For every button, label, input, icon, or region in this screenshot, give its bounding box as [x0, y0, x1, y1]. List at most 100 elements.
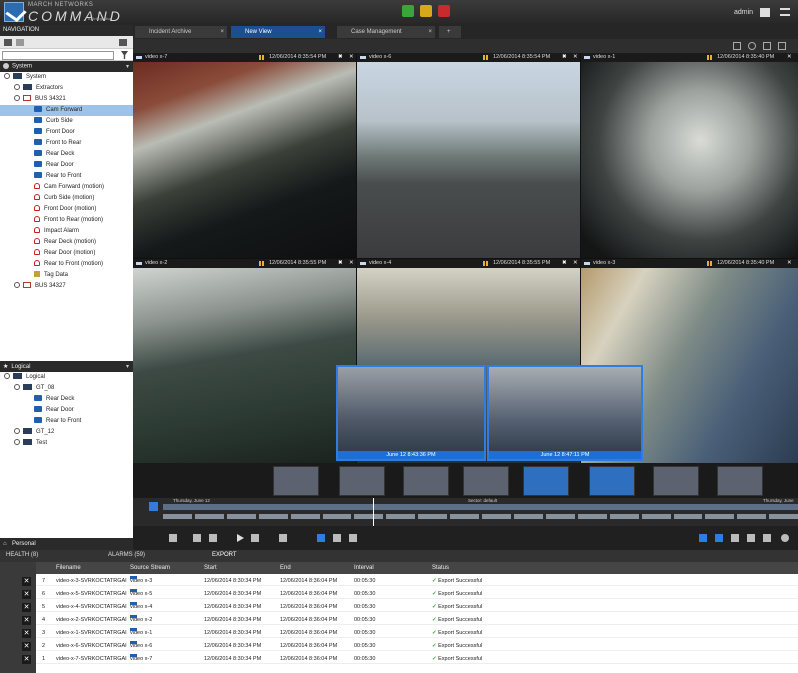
pan-tool-icon[interactable]: [715, 534, 723, 542]
thumbnail[interactable]: [523, 466, 569, 496]
expand-toggle-icon[interactable]: [4, 73, 10, 80]
expand-toggle-icon[interactable]: [4, 373, 10, 380]
pause-icon[interactable]: [259, 261, 264, 266]
video-tile[interactable]: video x-1 12/06/2014 8:35:40 PM ✕: [581, 53, 798, 258]
remove-row-button[interactable]: ✕: [22, 642, 31, 651]
tree-item[interactable]: Test: [0, 438, 133, 449]
step-back-icon[interactable]: [193, 534, 201, 542]
col-filename[interactable]: Filename: [56, 565, 81, 571]
tree-item[interactable]: GT_12: [0, 427, 133, 438]
settings-icon[interactable]: [781, 534, 789, 542]
system-section-header[interactable]: System ▾: [0, 61, 133, 72]
video-tile[interactable]: video x-2 12/06/2014 8:35:55 PM ✖ ✕: [133, 259, 356, 463]
thumbnail[interactable]: [403, 466, 449, 496]
stop-icon[interactable]: [279, 534, 287, 542]
col-end[interactable]: End: [280, 565, 291, 571]
timeline-track[interactable]: [163, 504, 798, 510]
alarm-icon[interactable]: [420, 5, 432, 17]
expand-toggle-icon[interactable]: [14, 384, 20, 391]
chevron-down-icon[interactable]: ▾: [126, 63, 129, 70]
tree-item[interactable]: BUS 34321: [0, 94, 133, 105]
table-row[interactable]: ✕ 7 video-x-3-SVRKOCTATRGAI video x-3 12/06/…: [22, 576, 798, 586]
table-row[interactable]: ✕ 1 video-x-7-SVRKOCTATRGAI video x-7 12/06/…: [22, 654, 798, 664]
tab-export[interactable]: EXPORT: [212, 552, 237, 558]
tree-item[interactable]: Rear Deck: [0, 394, 133, 405]
new-item-icon[interactable]: [4, 39, 12, 46]
tree-item[interactable]: Curb Side (motion): [0, 193, 133, 204]
snapshot-preview[interactable]: June 12 8:47:11 PM: [487, 365, 643, 461]
play-icon[interactable]: [237, 534, 244, 542]
export-icon[interactable]: [317, 534, 325, 542]
expand-toggle-icon[interactable]: [14, 282, 20, 289]
snapshot-preview[interactable]: June 12 8:43:36 PM: [336, 365, 486, 461]
pause-icon[interactable]: [707, 55, 712, 60]
col-start[interactable]: Start: [204, 565, 217, 571]
col-interval[interactable]: Interval: [354, 565, 374, 571]
fit-icon[interactable]: [763, 534, 771, 542]
edit-icon[interactable]: [16, 39, 24, 46]
rewind-icon[interactable]: [169, 534, 177, 542]
pause-icon[interactable]: [483, 261, 488, 266]
expand-icon[interactable]: [763, 42, 771, 50]
thumbnail[interactable]: [653, 466, 699, 496]
chevron-down-icon[interactable]: ▾: [126, 363, 129, 370]
zoom-reset-icon[interactable]: [747, 534, 755, 542]
menu-icon[interactable]: [780, 8, 790, 16]
col-source[interactable]: Source Stream: [130, 565, 170, 571]
table-row[interactable]: ✕ 3 video-x-1-SVRKOCTATRGAI video x-1 12/06/…: [22, 628, 798, 638]
tree-item[interactable]: Rear Door: [0, 160, 133, 171]
tree-item[interactable]: Extractors: [0, 83, 133, 94]
move-icon[interactable]: [731, 534, 739, 542]
previous-icon[interactable]: [209, 534, 217, 542]
remove-row-button[interactable]: ✕: [22, 616, 31, 625]
close-icon[interactable]: ✕: [349, 53, 354, 62]
bookmark-icon[interactable]: [349, 534, 357, 542]
tree-item[interactable]: Impact Alarm: [0, 226, 133, 237]
timeline-toggle-button[interactable]: [149, 502, 158, 511]
thumbnail[interactable]: [273, 466, 319, 496]
tree-item[interactable]: System: [0, 72, 133, 83]
alert-icon[interactable]: [438, 5, 450, 17]
tab-new-view[interactable]: New View ×: [231, 26, 325, 38]
zoom-icon[interactable]: [748, 42, 756, 50]
collapse-icon[interactable]: [119, 39, 127, 46]
close-icon[interactable]: ✕: [573, 53, 578, 62]
filter-icon[interactable]: [121, 51, 128, 59]
tree-item[interactable]: Tag Data: [0, 270, 133, 281]
expand-icon[interactable]: ✖: [338, 259, 343, 268]
thumbnail[interactable]: [339, 466, 385, 496]
table-row[interactable]: ✕ 2 video-x-6-SVRKOCTATRGAI video x-6 12/06/…: [22, 641, 798, 651]
expand-icon[interactable]: ✖: [338, 53, 343, 62]
tab-incident-archive[interactable]: Incident Archive ×: [135, 26, 227, 38]
tree-item[interactable]: Cam Forward: [0, 105, 133, 116]
close-icon[interactable]: ✕: [573, 259, 578, 268]
fullscreen-icon[interactable]: [778, 42, 786, 50]
user-name[interactable]: admin: [734, 9, 753, 16]
tree-item[interactable]: Rear to Front: [0, 416, 133, 427]
tree-item[interactable]: Curb Side: [0, 116, 133, 127]
video-tile[interactable]: video x-6 12/06/2014 8:35:54 PM ✖ ✕: [357, 53, 580, 258]
remove-row-button[interactable]: ✕: [22, 590, 31, 599]
fast-forward-icon[interactable]: [251, 534, 259, 542]
tree-item[interactable]: Front to Rear: [0, 138, 133, 149]
pause-icon[interactable]: [707, 261, 712, 266]
video-tile[interactable]: video x-7 12/06/2014 8:35:54 PM ✖ ✕: [133, 53, 356, 258]
tree-item[interactable]: GT_08: [0, 383, 133, 394]
expand-toggle-icon[interactable]: [14, 84, 20, 91]
tree-item[interactable]: Rear to Front: [0, 171, 133, 182]
close-icon[interactable]: ✕: [349, 259, 354, 268]
tree-item[interactable]: Rear Deck (motion): [0, 237, 133, 248]
tree-item[interactable]: Rear to Front (motion): [0, 259, 133, 270]
remove-row-button[interactable]: ✕: [22, 603, 31, 612]
tree-item[interactable]: Front Door: [0, 127, 133, 138]
expand-toggle-icon[interactable]: [14, 439, 20, 446]
table-row[interactable]: ✕ 5 video-x-4-SVRKOCTATRGAI video x-4 12/06/…: [22, 602, 798, 612]
close-icon[interactable]: ✕: [787, 53, 792, 62]
tree-item[interactable]: Rear Door (motion): [0, 248, 133, 259]
snapshot-icon[interactable]: [333, 534, 341, 542]
close-icon[interactable]: ✕: [787, 259, 792, 268]
expand-toggle-icon[interactable]: [14, 95, 20, 102]
timeline-cursor[interactable]: [373, 498, 374, 526]
select-tool-icon[interactable]: [699, 534, 707, 542]
personal-section-header[interactable]: ⌂ Personal: [0, 538, 133, 550]
